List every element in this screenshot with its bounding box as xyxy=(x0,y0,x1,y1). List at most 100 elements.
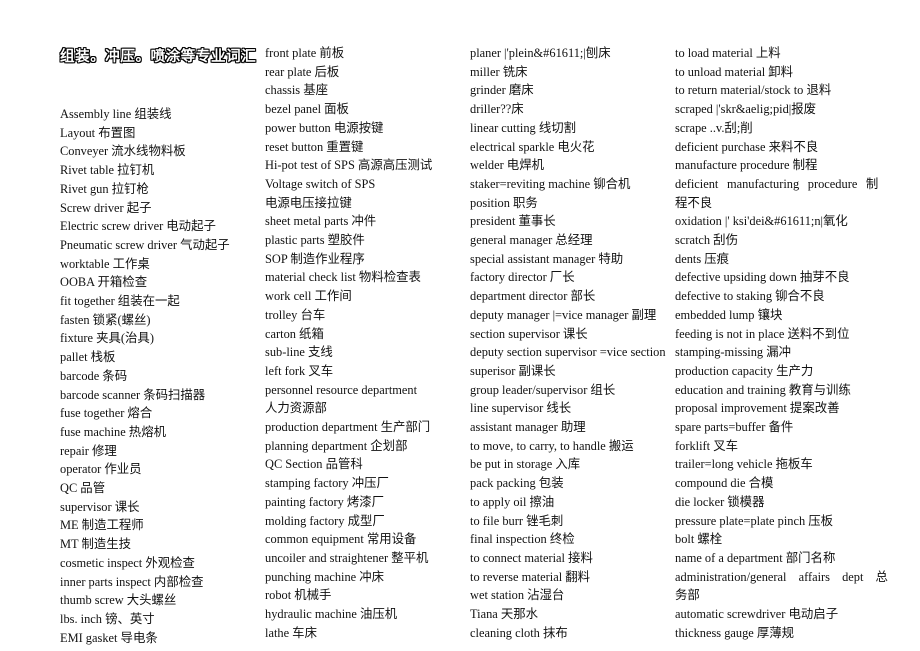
glossary-entry: QC 品管 xyxy=(60,481,106,496)
glossary-column-1: Assembly line 组装线 Layout 布置图 Conveyer 流水… xyxy=(60,44,260,647)
glossary-entry: welder 电焊机 xyxy=(470,158,544,173)
glossary-entry: power button 电源按键 xyxy=(265,120,384,135)
glossary-entry: Rivet gun 拉钉枪 xyxy=(60,181,149,196)
glossary-entry: lbs. inch 镑、英寸 xyxy=(60,611,155,626)
glossary-entry: sub-line 支线 xyxy=(265,345,333,360)
glossary-entry: be put in storage 入库 xyxy=(470,457,581,472)
glossary-entry: fit together 组装在一起 xyxy=(60,294,180,309)
glossary-entry: deficient purchase 来料不良 xyxy=(675,139,819,154)
glossary-entry: Layout 布置图 xyxy=(60,125,136,140)
glossary-entry-continuation: 电源电压接拉键 xyxy=(265,195,352,210)
glossary-entry: Screw driver 起子 xyxy=(60,200,152,215)
glossary-entry: MT 制造生技 xyxy=(60,537,132,552)
glossary-entry: thickness gauge 厚薄规 xyxy=(675,625,795,640)
glossary-entry: worktable 工作桌 xyxy=(60,256,150,271)
glossary-entry: stamping factory 冲压厂 xyxy=(265,476,389,491)
glossary-entry: QC Section 品管科 xyxy=(265,457,363,472)
glossary-entry: fuse together 熔合 xyxy=(60,406,153,421)
glossary-entry: administration/general affairs dept 总 xyxy=(675,569,888,584)
glossary-entry: trailer=long vehicle 拖板车 xyxy=(675,457,813,472)
glossary-entry: scratch 刮伤 xyxy=(675,233,738,248)
glossary-entry: reset button 重置键 xyxy=(265,139,364,154)
glossary-entry: to apply oil 擦油 xyxy=(470,494,555,509)
glossary-entry: chassis 基座 xyxy=(265,83,328,98)
glossary-entry-continuation: 程不良 xyxy=(675,195,713,210)
glossary-entry: uncoiler and straightener 整平机 xyxy=(265,550,429,565)
glossary-entry: defective upsiding down 抽芽不良 xyxy=(675,270,850,285)
glossary-entry: section supervisor 课长 xyxy=(470,326,588,341)
glossary-entry: rear plate 后板 xyxy=(265,64,340,79)
glossary-entry: trolley 台车 xyxy=(265,307,326,322)
glossary-entry: planning department 企划部 xyxy=(265,438,408,453)
glossary-entry: proposal improvement 提案改善 xyxy=(675,401,840,416)
glossary-entry: pressure plate=plate pinch 压板 xyxy=(675,513,834,528)
glossary-entry: Assembly line 组装线 xyxy=(60,107,172,121)
glossary-entry: to connect material 接料 xyxy=(470,550,593,565)
glossary-entry: to unload material 卸料 xyxy=(675,64,794,79)
glossary-entry: dents 压痕 xyxy=(675,251,730,266)
glossary-entry: sheet metal parts 冲件 xyxy=(265,214,377,229)
glossary-entry: bolt 螺栓 xyxy=(675,532,723,547)
glossary-entry: OOBA 开箱检查 xyxy=(60,275,148,290)
glossary-entry: scraped |'skr&aelig;pid|报废 xyxy=(675,102,817,117)
glossary-entry: front plate 前板 xyxy=(265,46,345,60)
glossary-entry-continuation: superisor 副课长 xyxy=(470,363,556,378)
glossary-entry: ME 制造工程师 xyxy=(60,518,144,533)
glossary-column-2: front plate 前板 rear plate 后板 chassis 基座 … xyxy=(265,44,465,643)
glossary-entry-continuation: 人力资源部 xyxy=(265,401,327,416)
glossary-entry: name of a department 部门名称 xyxy=(675,550,836,565)
glossary-entry: Rivet table 拉钉机 xyxy=(60,163,155,178)
glossary-entry: assistant manager 助理 xyxy=(470,420,586,435)
glossary-entry: SOP 制造作业程序 xyxy=(265,251,365,266)
glossary-entry: forklift 叉车 xyxy=(675,438,738,453)
glossary-entry: carton 纸箱 xyxy=(265,326,324,341)
glossary-entry: Tiana 天那水 xyxy=(470,607,539,622)
glossary-entry: EMI gasket 导电条 xyxy=(60,630,158,645)
glossary-entry: group leader/supervisor 组长 xyxy=(470,382,616,397)
glossary-entry: compound die 合模 xyxy=(675,476,774,491)
glossary-entry: production capacity 生产力 xyxy=(675,363,814,378)
glossary-entry: department director 部长 xyxy=(470,289,596,304)
glossary-entry: supervisor 课长 xyxy=(60,499,140,514)
glossary-entry: feeding is not in place 送料不到位 xyxy=(675,326,850,341)
glossary-entry: deputy section supervisor =vice section xyxy=(470,345,666,360)
glossary-entry: Pneumatic screw driver 气动起子 xyxy=(60,237,230,252)
glossary-entry: pallet 栈板 xyxy=(60,350,116,365)
glossary-entry: president 董事长 xyxy=(470,214,556,229)
glossary-entry: molding factory 成型厂 xyxy=(265,513,385,528)
glossary-entry: personnel resource department xyxy=(265,382,418,397)
glossary-entry: staker=reviting machine 铆合机 xyxy=(470,176,631,191)
glossary-entry: pack packing 包装 xyxy=(470,476,564,491)
glossary-entry: embedded lump 镶块 xyxy=(675,307,783,322)
glossary-entry: manufacture procedure 制程 xyxy=(675,158,818,173)
glossary-entry: spare parts=buffer 备件 xyxy=(675,420,794,435)
glossary-entry: position 职务 xyxy=(470,195,538,210)
glossary-entry: Voltage switch of SPS xyxy=(265,176,376,191)
glossary-entry: fasten 锁紧(螺丝) xyxy=(60,312,151,327)
glossary-entry: defective to staking 铆合不良 xyxy=(675,289,825,304)
glossary-entry: die locker 锁模器 xyxy=(675,494,765,509)
glossary-entry: driller??床 xyxy=(470,102,524,117)
glossary-entry: work cell 工作间 xyxy=(265,289,352,304)
glossary-entry: to reverse material 翻料 xyxy=(470,569,591,584)
column-title-spacer xyxy=(60,44,260,105)
glossary-entry: to return material/stock to 退料 xyxy=(675,83,832,98)
glossary-entry: Hi-pot test of SPS 高源高压测试 xyxy=(265,158,433,173)
glossary-entry: punching machine 冲床 xyxy=(265,569,385,584)
glossary-entry: electrical sparkle 电火花 xyxy=(470,139,595,154)
glossary-entry: education and training 教育与训练 xyxy=(675,382,851,397)
glossary-entry: planer |'plein&#61611;|刨床 xyxy=(470,46,611,60)
glossary-entry: scrape ..v.刮;削 xyxy=(675,120,753,135)
glossary-entry: miller 铣床 xyxy=(470,64,528,79)
glossary-entry: stamping-missing 漏冲 xyxy=(675,345,791,360)
glossary-entry: to move, to carry, to handle 搬运 xyxy=(470,438,634,453)
glossary-entry: final inspection 终检 xyxy=(470,532,575,547)
glossary-entry: lathe 车床 xyxy=(265,625,317,640)
glossary-entry-continuation: 务部 xyxy=(675,588,700,603)
glossary-entry: barcode scanner 条码扫描器 xyxy=(60,387,206,402)
glossary-entry: plastic parts 塑胶件 xyxy=(265,233,365,248)
glossary-entry: Conveyer 流水线物料板 xyxy=(60,144,186,159)
glossary-entry: barcode 条码 xyxy=(60,368,128,383)
glossary-entry: left fork 叉车 xyxy=(265,363,334,378)
glossary-entry: robot 机械手 xyxy=(265,588,332,603)
